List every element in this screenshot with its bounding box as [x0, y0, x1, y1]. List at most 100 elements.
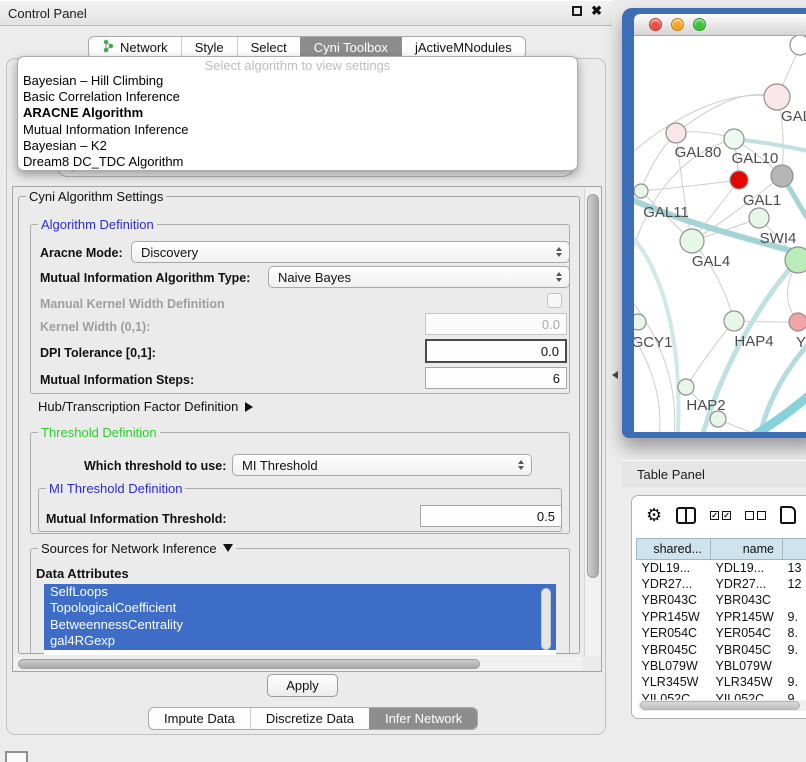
table-cell[interactable]: 9.	[783, 674, 806, 690]
mi-threshold-field[interactable]	[420, 505, 562, 527]
network-node-gal11[interactable]	[634, 184, 648, 198]
bottom-tab-infer-network[interactable]: Infer Network	[369, 708, 477, 729]
network-node-gal4[interactable]	[680, 229, 704, 253]
attributes-scrollbar-thumb[interactable]	[541, 588, 551, 650]
algorithm-option-mutual-information-inference[interactable]: Mutual Information Inference	[18, 122, 577, 138]
network-node-hap2[interactable]	[678, 379, 694, 395]
tab-jactivemnodules[interactable]: jActiveMNodules	[401, 37, 525, 58]
close-icon[interactable]: ✖	[591, 6, 602, 16]
table-cell[interactable]: YBR045C	[637, 641, 711, 657]
hub-definition-toggle[interactable]: Hub/Transcription Factor Definition	[38, 399, 253, 414]
data-attributes-list[interactable]: SelfLoopsTopologicalCoefficientBetweenne…	[44, 584, 556, 655]
sources-title-text: Sources for Network Inference	[41, 541, 217, 556]
network-node[interactable]	[785, 247, 806, 273]
table-row[interactable]: YPR145WYPR145W9.	[637, 609, 806, 625]
tab-cyni-toolbox[interactable]: Cyni Toolbox	[300, 37, 401, 58]
table-cell[interactable]: 13	[783, 560, 806, 576]
network-node[interactable]	[790, 36, 806, 55]
aracne-mode-combo[interactable]: Discovery	[131, 241, 570, 263]
attribute-item-gal4rgexp[interactable]: gal4RGexp	[44, 633, 556, 649]
which-threshold-combo[interactable]: MI Threshold	[232, 454, 532, 476]
table-row[interactable]: YER054CYER054C8.	[637, 625, 806, 641]
collapsed-panel-widget[interactable]	[5, 751, 28, 762]
table-cell[interactable]: YBL079W	[711, 658, 783, 674]
network-window-titlebar[interactable]	[634, 14, 806, 36]
algorithm-option-bayesian-hill-climbing[interactable]: Bayesian – Hill Climbing	[18, 73, 577, 89]
tab-network[interactable]: Network	[89, 37, 181, 58]
table-row[interactable]: YBR045CYBR045C9.	[637, 641, 806, 657]
column-header-name[interactable]: name	[711, 539, 783, 560]
mi-type-combo[interactable]: Naive Bayes	[268, 266, 570, 288]
network-node-hap4[interactable]	[724, 311, 744, 331]
tab-select[interactable]: Select	[237, 37, 300, 58]
deselect-all-checkboxes-icon[interactable]	[745, 511, 766, 520]
table-cell[interactable]	[783, 658, 806, 674]
algorithm-option-dream8-dc-tdc-algorithm[interactable]: Dream8 DC_TDC Algorithm	[18, 154, 577, 170]
table-cell[interactable]: YDR27...	[637, 576, 711, 592]
network-node-gcy1[interactable]	[634, 314, 646, 330]
table-row[interactable]: YBL079WYBL079W	[637, 658, 806, 674]
table-cell[interactable]: YER054C	[711, 625, 783, 641]
export-table-icon[interactable]	[780, 506, 796, 524]
attribute-item-topologicalcoefficient[interactable]: TopologicalCoefficient	[44, 600, 556, 616]
table-horizontal-scrollbar-thumb[interactable]	[640, 701, 800, 710]
close-traffic-light-icon[interactable]	[649, 18, 662, 31]
bottom-tab-impute-data[interactable]: Impute Data	[149, 708, 250, 729]
node-label-gcy1: GCY1	[634, 334, 672, 351]
table-cell[interactable]: YER054C	[637, 625, 711, 641]
table-row[interactable]: YDL19...YDL19...13	[637, 560, 806, 576]
table-horizontal-scrollbar[interactable]	[638, 700, 806, 711]
network-node-gal[interactable]	[764, 84, 790, 110]
kernel-width-field[interactable]	[425, 313, 567, 335]
table-cell[interactable]: YDR27...	[711, 576, 783, 592]
attribute-item-selfloops[interactable]: SelfLoops	[44, 584, 556, 600]
network-node-gal80[interactable]	[666, 123, 686, 143]
manual-kernel-checkbox[interactable]	[547, 293, 562, 308]
table-cell[interactable]	[783, 592, 806, 608]
minimize-traffic-light-icon[interactable]	[671, 18, 684, 31]
node-label-gal80: GAL80	[675, 144, 722, 161]
network-node[interactable]	[730, 171, 748, 189]
column-header-shared-name[interactable]: shared...	[637, 539, 711, 560]
float-window-icon[interactable]	[572, 6, 582, 16]
table-cell[interactable]: YBL079W	[637, 658, 711, 674]
settings-vertical-scrollbar-thumb[interactable]	[587, 194, 599, 578]
table-cell[interactable]: YBR043C	[711, 592, 783, 608]
split-columns-icon[interactable]	[676, 507, 696, 524]
table-cell[interactable]: 9.	[783, 641, 806, 657]
table-cell[interactable]: YDL19...	[711, 560, 783, 576]
table-cell[interactable]: YBR043C	[637, 592, 711, 608]
gear-icon[interactable]: ⚙	[646, 506, 662, 524]
aracne-mode-label: Aracne Mode:	[40, 246, 123, 260]
table-row[interactable]: YBR043CYBR043C	[637, 592, 806, 608]
network-node-y[interactable]	[789, 313, 806, 331]
network-node-gal10[interactable]	[724, 129, 744, 149]
table-cell[interactable]: YDL19...	[637, 560, 711, 576]
table-cell[interactable]: YBR045C	[711, 641, 783, 657]
network-node-gal1[interactable]	[749, 208, 769, 228]
table-cell[interactable]: YPR145W	[637, 609, 711, 625]
algorithm-option-aracne-algorithm[interactable]: ARACNE Algorithm	[18, 105, 577, 121]
zoom-traffic-light-icon[interactable]	[693, 18, 706, 31]
select-all-checkboxes-icon[interactable]: ✓✓	[710, 511, 731, 520]
table-cell[interactable]: YLR345W	[711, 674, 783, 690]
attribute-item-betweennesscentrality[interactable]: BetweennessCentrality	[44, 617, 556, 633]
table-cell[interactable]: 9.	[783, 609, 806, 625]
tab-style[interactable]: Style	[181, 37, 237, 58]
mi-steps-field[interactable]	[425, 367, 567, 389]
table-cell[interactable]: 12	[783, 576, 806, 592]
table-cell[interactable]: 8.	[783, 625, 806, 641]
settings-horizontal-scrollbar-thumb[interactable]	[18, 659, 480, 669]
column-header-clipped[interactable]	[783, 539, 806, 560]
bottom-tab-discretize-data[interactable]: Discretize Data	[250, 708, 369, 729]
network-node[interactable]	[771, 165, 793, 187]
algorithm-option-bayesian-k2[interactable]: Bayesian – K2	[18, 138, 577, 154]
table-row[interactable]: YDR27...YDR27...12	[637, 576, 806, 592]
table-cell[interactable]: YPR145W	[711, 609, 783, 625]
dpi-tolerance-field[interactable]	[425, 339, 567, 363]
table-cell[interactable]: YLR345W	[637, 674, 711, 690]
table-row[interactable]: YLR345WYLR345W9.	[637, 674, 806, 690]
algorithm-option-basic-correlation-inference[interactable]: Basic Correlation Inference	[18, 89, 577, 105]
network-canvas[interactable]: GALGAL80GAL10GAL1GAL11GAL4GCY1HAP4YHAP2S…	[634, 36, 806, 432]
apply-button[interactable]: Apply	[267, 674, 338, 697]
